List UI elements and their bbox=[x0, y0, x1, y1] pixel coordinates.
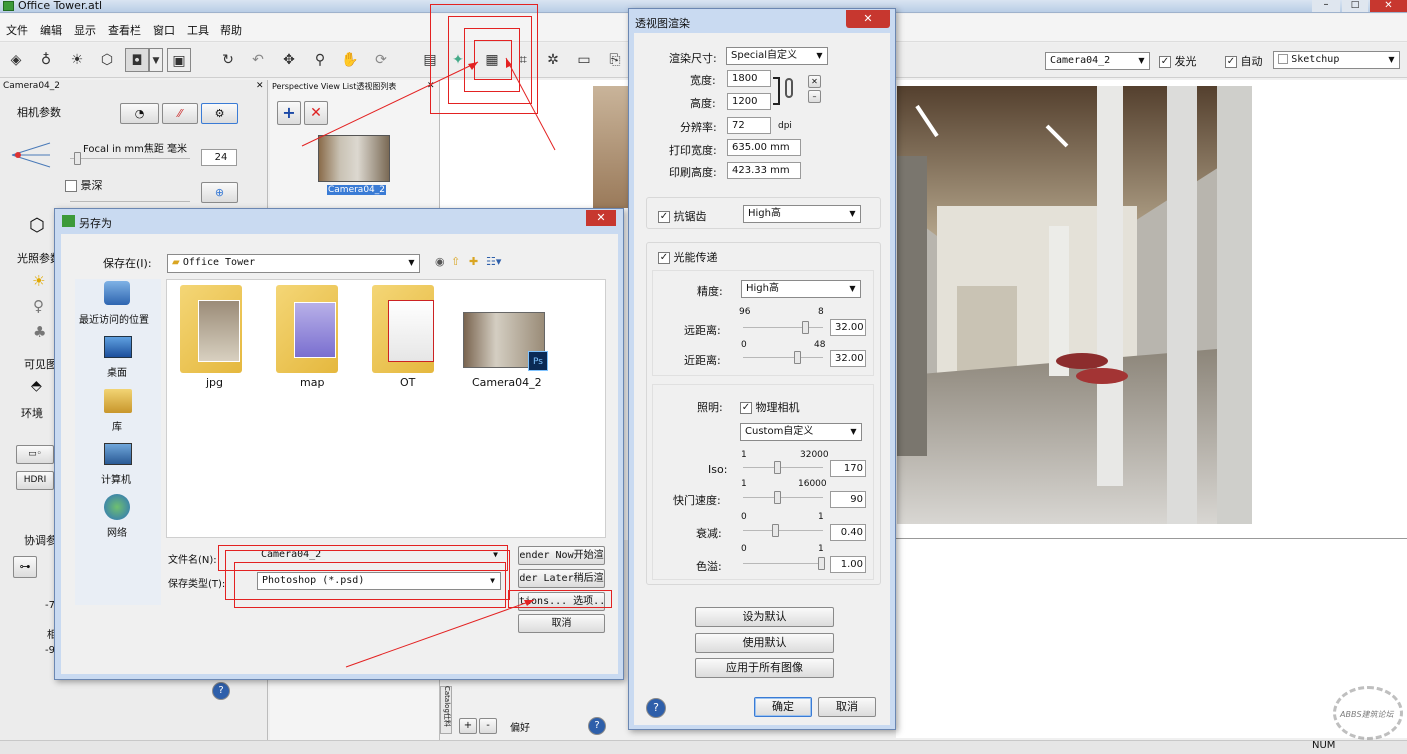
watermark-logo: ABBS建筑论坛 bbox=[1333, 686, 1403, 740]
annotation-arrows bbox=[301, 57, 556, 668]
status-bar bbox=[0, 740, 1407, 754]
num-lock-indicator: NUM bbox=[1312, 740, 1336, 751]
